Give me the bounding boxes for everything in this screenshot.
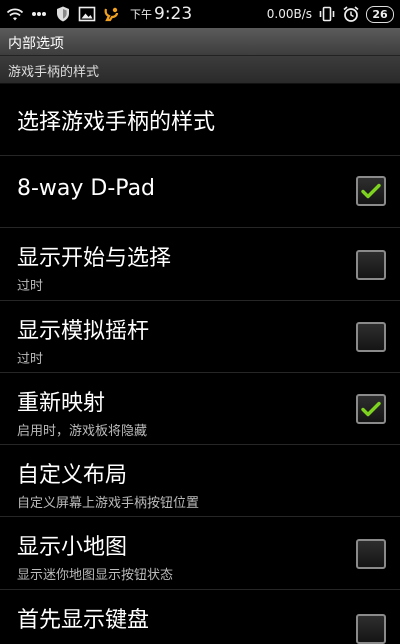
status-bar-right: 0.00B/s 26: [267, 4, 394, 24]
pref-8-way-dpad[interactable]: 8-way D-Pad: [0, 156, 400, 228]
pref-title: 选择游戏手柄的样式: [17, 110, 216, 135]
shield-icon: [54, 5, 72, 23]
pref-show-analog-stick[interactable]: 显示模拟摇杆 过时: [0, 301, 400, 373]
pref-show-keyboard-first[interactable]: 首先显示键盘: [0, 590, 400, 644]
check-icon: [361, 401, 381, 417]
vibrate-icon: [318, 5, 336, 23]
check-icon: [361, 183, 381, 199]
battery-icon: 26: [366, 5, 394, 23]
pref-custom-layout[interactable]: 自定义布局 自定义屏幕上游戏手柄按钮位置: [0, 445, 400, 517]
pref-show-minimap[interactable]: 显示小地图 显示迷你地图显示按钮状态: [0, 517, 400, 590]
pref-summary: 过时: [17, 352, 44, 367]
pref-title: 8-way D-Pad: [17, 176, 156, 201]
category-header: 游戏手柄的样式: [0, 56, 400, 84]
pref-summary: 自定义屏幕上游戏手柄按钮位置: [17, 496, 200, 511]
uc-browser-icon: [102, 5, 120, 23]
time-period: 下午: [130, 8, 152, 21]
image-icon: [78, 5, 96, 23]
pref-title: 重新映射: [17, 391, 106, 416]
checkbox-show-keyboard-first[interactable]: [356, 614, 386, 644]
checkbox-show-minimap[interactable]: [356, 539, 386, 569]
pref-title: 首先显示键盘: [17, 608, 150, 633]
pref-show-start-select[interactable]: 显示开始与选择 过时: [0, 228, 400, 301]
checkbox-show-start-select[interactable]: [356, 250, 386, 280]
pref-remap[interactable]: 重新映射 启用时，游戏板将隐藏: [0, 373, 400, 445]
title-bar: 内部选项: [0, 28, 400, 56]
status-bar-left: 下午 9:23: [6, 4, 192, 24]
checkbox-remap[interactable]: [356, 394, 386, 424]
pref-summary: 启用时，游戏板将隐藏: [17, 424, 148, 439]
pref-title: 显示模拟摇杆: [17, 319, 150, 344]
preference-list: 选择游戏手柄的样式 8-way D-Pad 显示开始与选择 过时 显示模拟摇杆 …: [0, 84, 400, 644]
checkbox-show-analog-stick[interactable]: [356, 322, 386, 352]
alarm-icon: [342, 5, 360, 23]
pref-title: 显示小地图: [17, 535, 128, 560]
pref-summary: 显示迷你地图显示按钮状态: [17, 568, 174, 583]
checkbox-8-way-dpad[interactable]: [356, 176, 386, 206]
network-speed: 0.00B/s: [266, 7, 312, 21]
pref-gamepad-style[interactable]: 选择游戏手柄的样式: [0, 84, 400, 156]
pref-title: 显示开始与选择: [17, 246, 172, 271]
pref-title: 自定义布局: [17, 463, 128, 488]
page-title: 内部选项: [8, 36, 64, 52]
category-title: 游戏手柄的样式: [8, 65, 100, 80]
status-bar: 下午 9:23 0.00B/s 26: [0, 0, 400, 28]
clock: 9:23: [154, 4, 193, 24]
wifi-icon: [6, 5, 24, 23]
pref-summary: 过时: [17, 279, 44, 294]
dots-icon: [30, 5, 48, 23]
